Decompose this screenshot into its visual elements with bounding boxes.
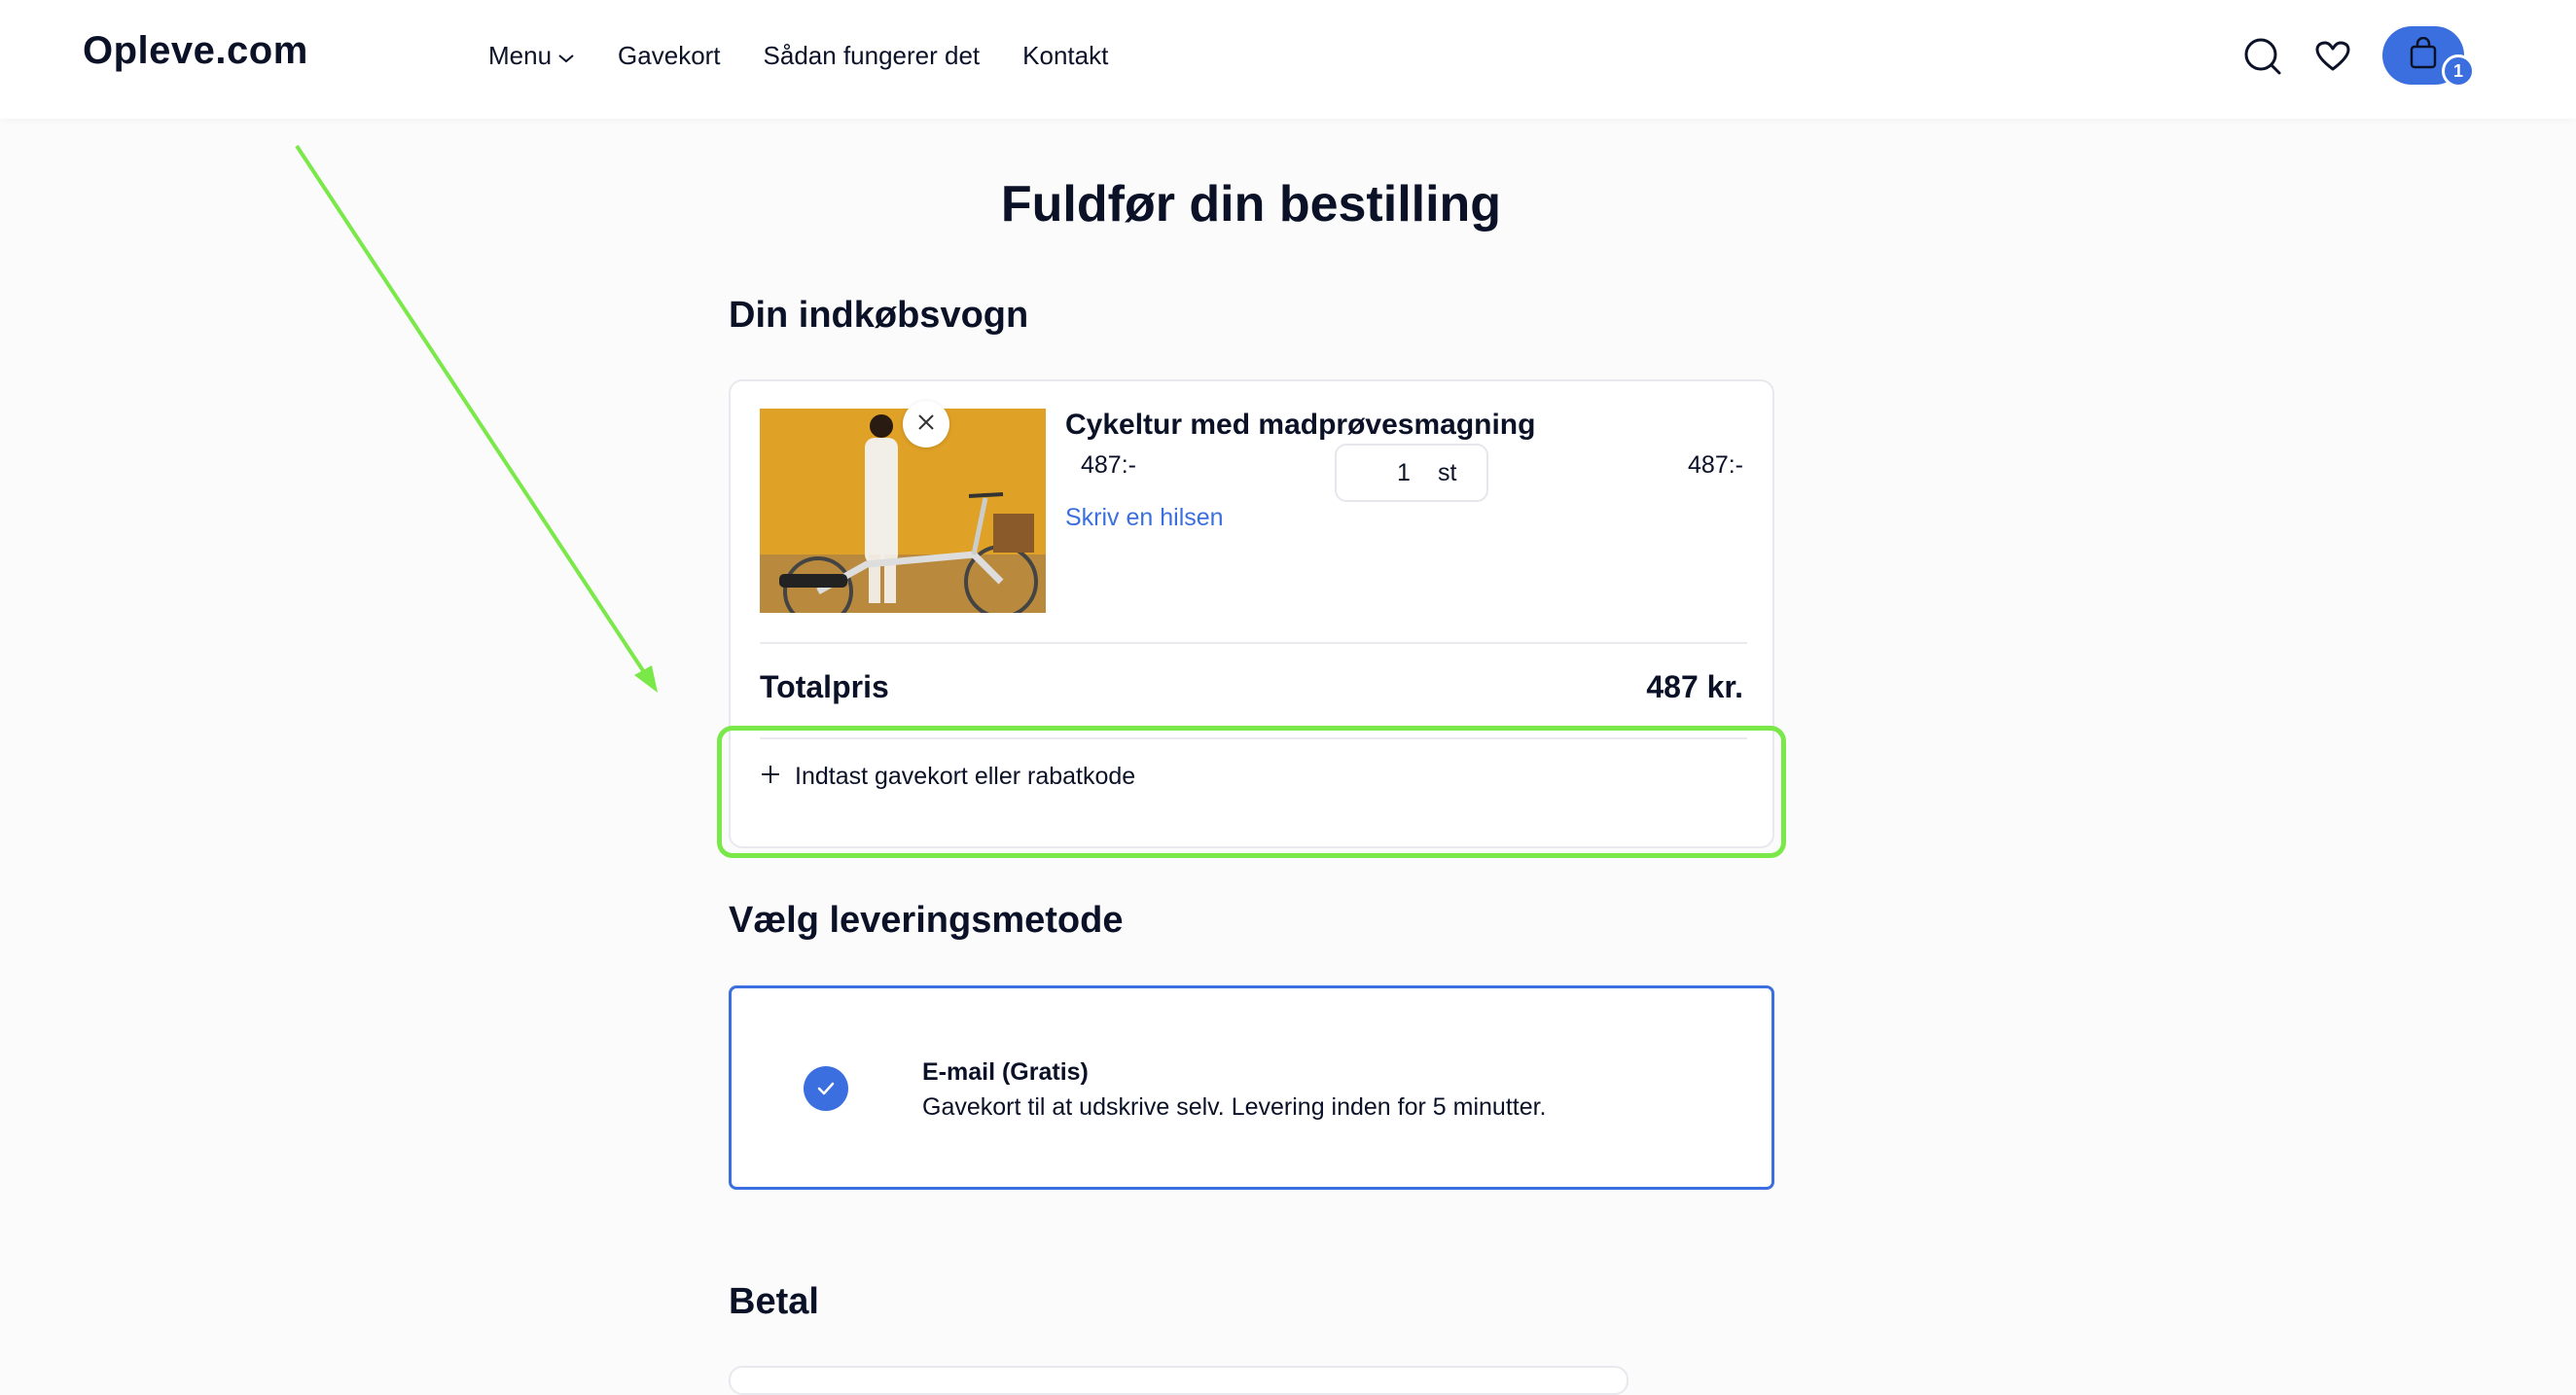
nav-menu-label: Menu: [488, 41, 553, 70]
nav-how-it-works[interactable]: Sådan fungerer det: [764, 41, 981, 71]
total-value: 487 kr.: [1646, 669, 1743, 704]
discount-code-label: Indtast gavekort eller rabatkode: [795, 763, 1136, 790]
cart-count-badge: 1: [2442, 54, 2475, 88]
nav-menu[interactable]: Menu: [488, 41, 575, 71]
plus-icon: [760, 764, 781, 790]
product-name[interactable]: Cykeltur med madprøvesmagning: [1065, 409, 1535, 442]
nav-gavekort[interactable]: Gavekort: [618, 41, 721, 71]
quantity-value: 1: [1397, 459, 1411, 486]
quantity-selector[interactable]: 1 st: [1335, 444, 1488, 502]
cart-heading: Din indkøbsvogn: [729, 295, 1029, 336]
shopping-bag-icon: [2408, 36, 2439, 75]
site-header: Opleve.com Menu Gavekort Sådan fungerer …: [0, 0, 2576, 119]
discount-code-toggle[interactable]: Indtast gavekort eller rabatkode: [760, 763, 1135, 791]
search-icon[interactable]: [2243, 37, 2282, 81]
chevron-down-icon: [557, 41, 575, 71]
delivery-option-description: Gavekort til at udskrive selv. Levering …: [922, 1093, 1547, 1121]
delivery-option-title: E-mail (Gratis): [922, 1058, 1089, 1086]
cart-card: Cykeltur med madprøvesmagning 487:- 1 st…: [729, 379, 1774, 848]
quantity-unit: st: [1438, 459, 1457, 486]
page-title: Fuldfør din bestilling: [1000, 176, 1502, 232]
delivery-heading: Vælg leveringsmetode: [729, 900, 1124, 941]
unit-price: 487:-: [1081, 451, 1136, 479]
main-nav: Menu Gavekort Sådan fungerer det Kontakt: [488, 41, 1151, 71]
payment-card: [729, 1366, 1628, 1395]
write-greeting-link[interactable]: Skriv en hilsen: [1065, 504, 1224, 532]
product-image: [760, 409, 1046, 613]
divider: [760, 642, 1747, 644]
payment-heading: Betal: [729, 1281, 819, 1322]
remove-item-button[interactable]: [903, 401, 949, 447]
site-logo[interactable]: Opleve.com: [83, 29, 308, 73]
close-icon: [916, 412, 936, 437]
divider: [760, 737, 1747, 739]
nav-contact[interactable]: Kontakt: [1022, 41, 1108, 71]
checkmark-icon: [804, 1066, 848, 1111]
line-total: 487:-: [1688, 451, 1743, 479]
heart-icon[interactable]: [2315, 41, 2350, 77]
total-label: Totalpris: [760, 669, 889, 704]
delivery-option-email[interactable]: E-mail (Gratis) Gavekort til at udskrive…: [729, 985, 1774, 1190]
